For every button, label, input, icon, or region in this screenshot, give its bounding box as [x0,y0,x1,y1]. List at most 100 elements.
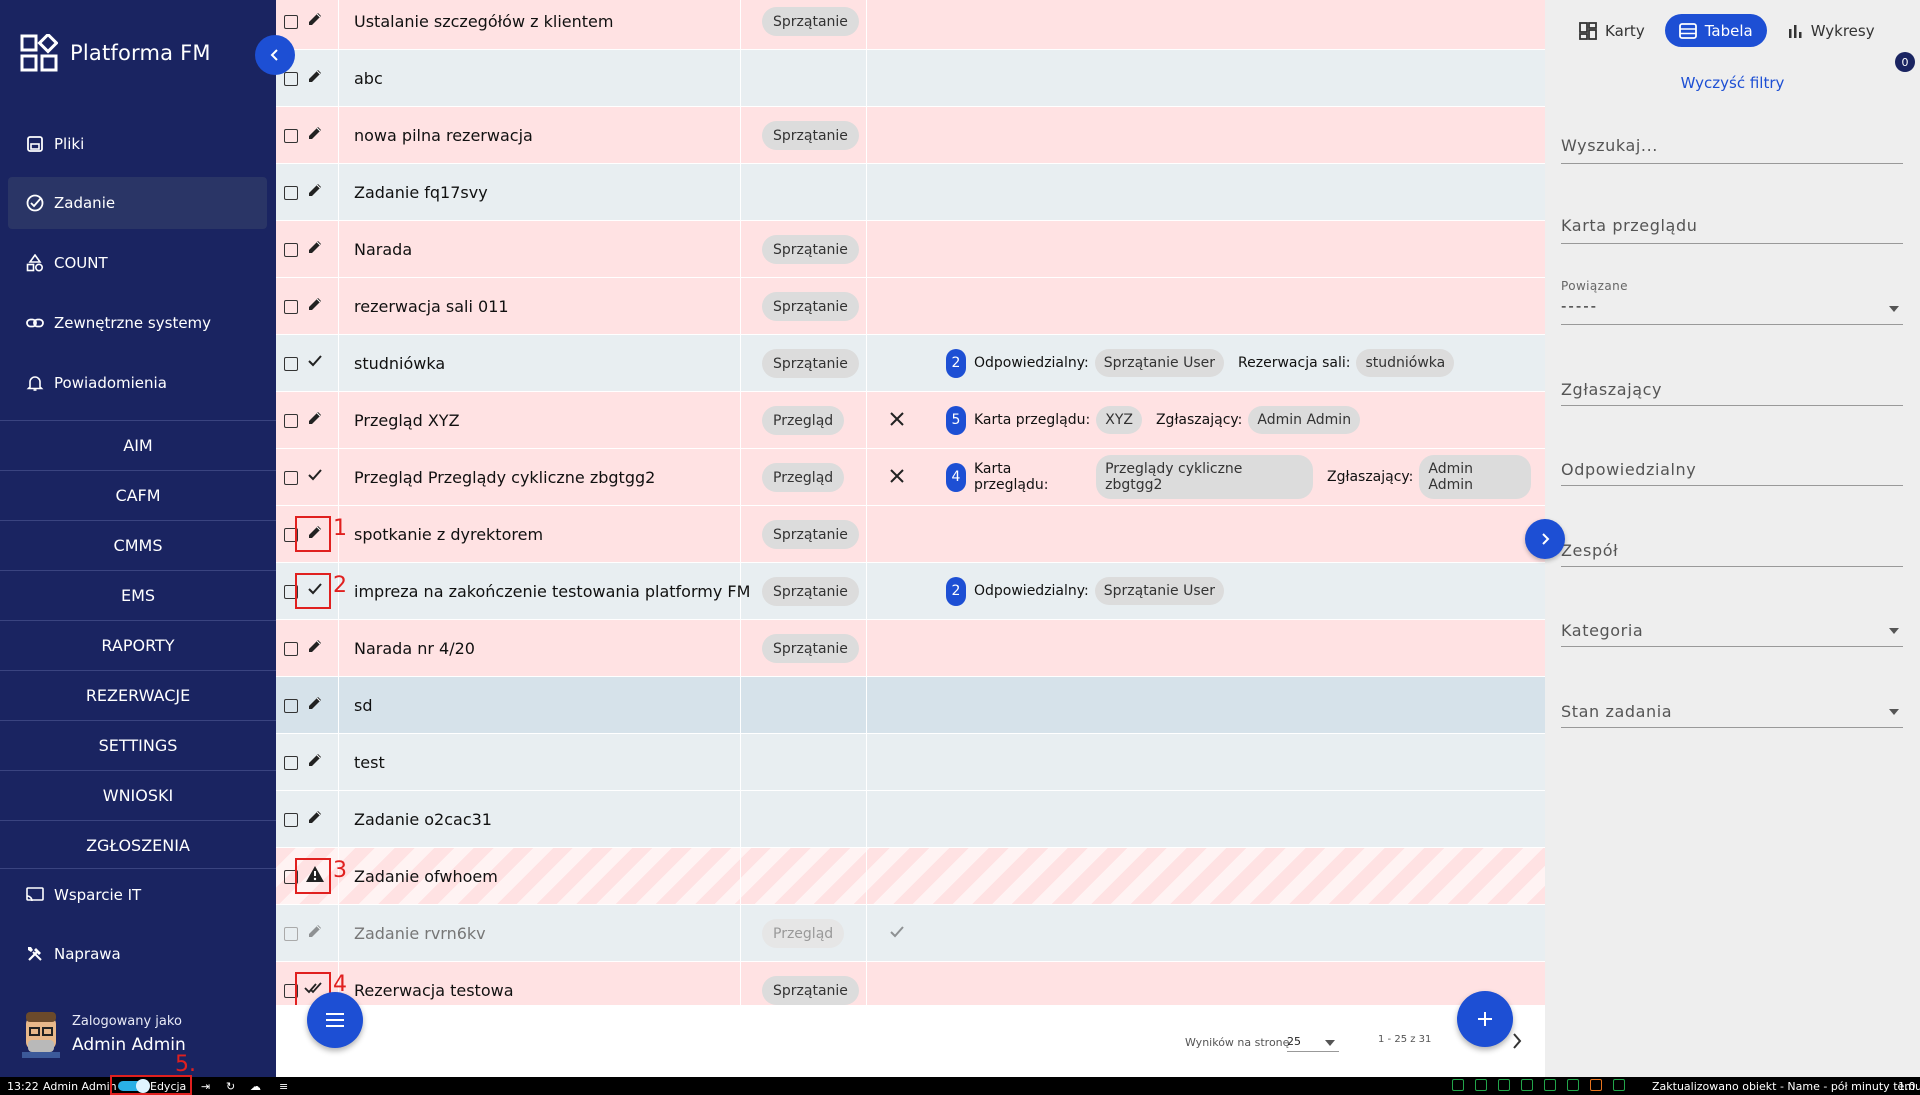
status-icon-6[interactable] [1567,1079,1579,1091]
zglaszajacy-field[interactable]: Zgłaszający [1561,380,1903,406]
row-checkbox[interactable] [284,300,298,314]
row-checkbox[interactable] [284,756,298,770]
detail-value-chip[interactable]: Admin Admin [1419,455,1531,499]
view-cards-button[interactable]: Karty [1565,14,1659,47]
pencil-icon[interactable] [304,920,326,942]
section-wnioski[interactable]: WNIOSKI [0,770,276,820]
table-row[interactable]: Zadanie fq17svy [276,164,1545,221]
status-icon-7[interactable] [1590,1079,1602,1091]
table-row[interactable]: abc [276,50,1545,107]
detail-value-chip[interactable]: XYZ [1096,406,1142,434]
row-checkbox[interactable] [284,699,298,713]
app-logo[interactable]: Platforma FM [20,34,211,72]
table-row[interactable]: Narada nr 4/20 Sprzątanie [276,620,1545,677]
pencil-icon[interactable] [304,749,326,771]
pencil-icon[interactable] [304,293,326,315]
status-icon-2[interactable] [1475,1079,1487,1091]
table-row[interactable]: nowa pilna rezerwacja Sprzątanie [276,107,1545,164]
table-row[interactable]: Zadanie o2cac31 [276,791,1545,848]
status-icon-3[interactable] [1498,1079,1510,1091]
zespol-field[interactable]: Zespół [1561,541,1903,567]
detail-value-chip[interactable]: Admin Admin [1248,406,1361,434]
clear-filters-link[interactable]: Wyczyść filtry [1545,74,1920,92]
next-page-button[interactable] [1510,1030,1524,1056]
detail-value-chip[interactable]: Sprzątanie User [1094,349,1225,377]
toggle-filter-panel-button[interactable] [1525,519,1565,559]
per-page-select[interactable]: 25 [1287,1030,1339,1052]
row-checkbox[interactable] [284,357,298,371]
check-icon[interactable] [304,350,326,372]
section-aim[interactable]: AIM [0,420,276,470]
section-rezerwacje[interactable]: REZERWACJE [0,670,276,720]
detail-value-chip[interactable]: Przeglądy cykliczne zbgtgg2 [1096,455,1313,499]
table-row[interactable]: rezerwacja sali 011 Sprzątanie [276,278,1545,335]
row-checkbox[interactable] [284,243,298,257]
sidebar-item-powiadomienia[interactable]: Powiadomienia [8,357,267,409]
menu-fab-button[interactable] [307,992,363,1048]
add-task-button[interactable] [1457,991,1513,1047]
section-cafm[interactable]: CAFM [0,470,276,520]
section-raporty[interactable]: RAPORTY [0,620,276,670]
check-icon[interactable] [304,464,326,486]
stan-zadania-select[interactable]: Stan zadania [1561,702,1903,728]
pencil-icon[interactable] [304,692,326,714]
kategoria-select[interactable]: Kategoria [1561,621,1903,647]
section-ems[interactable]: EMS [0,570,276,620]
section-zgloszenia[interactable]: ZGŁOSZENIA [0,820,276,870]
detail-value-chip[interactable]: studniówka [1356,349,1455,377]
sidebar-item-wsparcie-it[interactable]: Wsparcie IT [0,868,276,920]
row-checkbox[interactable] [284,642,298,656]
table-row[interactable]: 3 Zadanie ofwhoem [276,848,1545,905]
pencil-icon[interactable] [304,65,326,87]
table-row[interactable]: Zadanie rvrn6kv Przegląd [276,905,1545,962]
table-row[interactable]: Narada Sprzątanie [276,221,1545,278]
detail-value-chip[interactable]: Sprzątanie User [1094,577,1225,605]
collapse-sidebar-button[interactable] [255,35,295,75]
status-icon-8[interactable] [1613,1079,1625,1091]
cloud-icon[interactable]: ☁ [250,1080,261,1093]
user-block[interactable]: Zalogowany jako Admin Admin [20,1010,186,1058]
karta-przegladu-field[interactable]: Karta przeglądu [1561,216,1903,244]
row-checkbox[interactable] [284,129,298,143]
table-row[interactable]: 2 impreza na zakończenie testowania platf… [276,563,1545,620]
pencil-icon[interactable] [304,8,326,30]
sidebar-item-count[interactable]: COUNT [8,237,267,289]
pencil-icon[interactable] [304,407,326,429]
table-row[interactable]: Przegląd XYZ Przegląd 5 Karta przeglądu: XYZ… [276,392,1545,449]
login-icon[interactable]: ⇥ [201,1080,210,1093]
view-charts-button[interactable]: Wykresy [1773,14,1889,47]
pencil-icon[interactable] [304,122,326,144]
row-checkbox[interactable] [284,414,298,428]
sidebar-item-pliki[interactable]: Pliki [8,118,267,170]
sidebar-item-naprawa[interactable]: Naprawa [0,928,276,980]
section-cmms[interactable]: CMMS [0,520,276,570]
menu-icon[interactable]: ≡ [279,1080,288,1093]
table-row[interactable]: studniówka Sprzątanie 2 Odpowiedzialny: Sprz… [276,335,1545,392]
table-row[interactable]: 4 Rezerwacja testowa Sprzątanie [276,962,1545,1005]
row-checkbox[interactable] [284,471,298,485]
row-checkbox[interactable] [284,927,298,941]
table-row[interactable]: test [276,734,1545,791]
row-checkbox[interactable] [284,813,298,827]
table-row[interactable]: Ustalanie szczegółów z klientem Sprzątani… [276,0,1545,50]
table-row[interactable]: sd [276,677,1545,734]
pencil-icon[interactable] [304,179,326,201]
pencil-icon[interactable] [304,635,326,657]
status-icon-1[interactable] [1452,1079,1464,1091]
sidebar-item-zewnetrzne-systemy[interactable]: Zewnętrzne systemy [8,297,267,349]
table-row[interactable]: Przegląd Przeglądy cykliczne zbgtgg2 Prze… [276,449,1545,506]
row-checkbox[interactable] [284,15,298,29]
table-row[interactable]: 1 spotkanie z dyrektorem Sprzątanie [276,506,1545,563]
status-icon-5[interactable] [1544,1079,1556,1091]
status-icon-4[interactable] [1521,1079,1533,1091]
refresh-icon[interactable]: ↻ [226,1080,235,1093]
section-settings[interactable]: SETTINGS [0,720,276,770]
sidebar-item-zadanie[interactable]: Zadanie [8,177,267,229]
powiazane-select[interactable]: Powiązane ----- [1561,279,1903,325]
pencil-icon[interactable] [304,806,326,828]
view-table-button[interactable]: Tabela [1664,14,1767,47]
row-checkbox[interactable] [284,72,298,86]
search-input[interactable]: Wyszukaj... [1561,136,1903,164]
pencil-icon[interactable] [304,236,326,258]
row-checkbox[interactable] [284,186,298,200]
